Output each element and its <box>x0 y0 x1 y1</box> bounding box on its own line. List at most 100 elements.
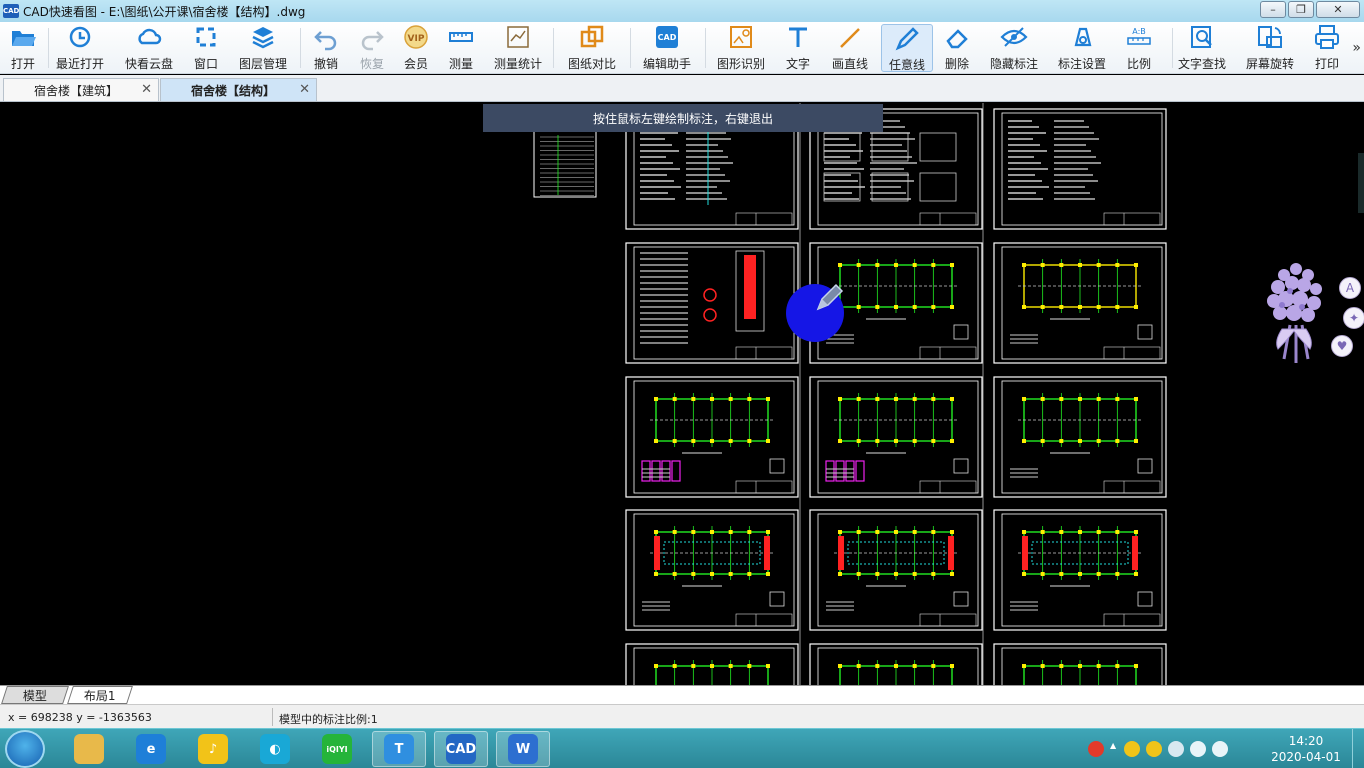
toolbar-button-5[interactable]: 撤销 <box>309 24 343 72</box>
toolbar-button-0[interactable]: 打开 <box>6 24 40 72</box>
drawing-sheet <box>625 242 799 364</box>
eraser-icon <box>942 24 972 50</box>
taskbar-app[interactable]: iQIYI <box>310 731 364 767</box>
drawing-sheet <box>625 376 799 498</box>
show-desktop-button[interactable] <box>1352 729 1364 768</box>
qq-icon[interactable] <box>1124 741 1140 757</box>
hide-eye-icon <box>999 24 1029 50</box>
toolbar-label: 删除 <box>944 57 969 71</box>
toolbar-button-18[interactable]: 标注设置 <box>1056 24 1108 72</box>
taskbar-app[interactable]: CAD <box>434 731 488 767</box>
scale-icon: A:B <box>1124 24 1154 50</box>
ruler-icon <box>446 24 476 50</box>
taskbar-app[interactable] <box>62 731 116 767</box>
security-icon[interactable] <box>1168 741 1184 757</box>
clock[interactable]: 14:20 2020-04-01 <box>1270 733 1342 765</box>
cad-viewer-icon: CAD <box>446 734 476 764</box>
maximize-button[interactable]: ❐ <box>1288 1 1314 18</box>
toolbar-button-4[interactable]: 图层管理 <box>237 24 289 72</box>
os-taskbar: e ♪ ◐ iQIYI T CAD W ▲ 14:20 2020-04-01 <box>0 728 1364 768</box>
toolbar-button-10[interactable]: 图纸对比 <box>566 24 618 72</box>
toolbar-button-20[interactable]: 文字查找 <box>1176 24 1228 72</box>
tab-architecture[interactable]: 宿舍楼【建筑】 ✕ <box>3 78 159 101</box>
scroll-edge[interactable] <box>1358 153 1364 213</box>
line-icon <box>835 24 865 50</box>
drawing-sheet <box>993 509 1167 631</box>
toolbar-button-12[interactable]: 图形识别 <box>715 24 767 72</box>
toolbar-button-11[interactable]: CAD 编辑助手 <box>641 24 693 72</box>
annotation-scale-label: 模型中的标注比例:1 <box>279 713 378 726</box>
font-a-icon[interactable]: A <box>1339 277 1361 299</box>
toolbar-label: 隐藏标注 <box>989 57 1038 71</box>
qq-icon-2[interactable] <box>1146 741 1162 757</box>
drawing-sheet <box>809 509 983 631</box>
sparkle-icon[interactable]: ✦ <box>1343 307 1364 329</box>
taskbar-app[interactable]: ◐ <box>248 731 302 767</box>
compare-icon <box>577 24 607 50</box>
window-frame-icon <box>191 24 221 50</box>
app-logo-icon: CAD <box>3 4 19 18</box>
minimize-button[interactable]: – <box>1260 1 1286 18</box>
annotation-settings-icon <box>1067 24 1097 50</box>
more-tools-icon[interactable]: » <box>1352 40 1361 56</box>
taskbar-app[interactable]: e <box>124 731 178 767</box>
toolbar-label: 比例 <box>1126 57 1151 71</box>
close-button[interactable]: ✕ <box>1316 1 1360 18</box>
toolbar-button-6[interactable]: 恢复 <box>355 24 389 72</box>
toolbar-label: 会员 <box>403 57 428 71</box>
toolbar-button-17[interactable]: 隐藏标注 <box>988 24 1040 72</box>
tab-structure[interactable]: 宿舍楼【结构】 ✕ <box>160 78 317 101</box>
toolbar-button-15[interactable]: 任意线 <box>881 24 933 72</box>
sogou-input-icon[interactable] <box>1088 741 1104 757</box>
volume-icon[interactable] <box>1190 741 1206 757</box>
text-search-icon <box>1187 24 1217 50</box>
tab-layout1[interactable]: 布局1 <box>67 686 133 704</box>
close-tab-icon[interactable]: ✕ <box>299 82 310 97</box>
start-button[interactable] <box>5 730 45 768</box>
drawing-canvas[interactable]: 按住鼠标左键绘制标注，右键退出 A ✦ ♥ <box>0 103 1364 685</box>
taskbar-app[interactable]: ♪ <box>186 731 240 767</box>
toolbar-button-7[interactable]: VIP 会员 <box>399 24 433 72</box>
status-bar: x = 698238 y = -1363563 模型中的标注比例:1 <box>0 704 1364 728</box>
chat-app-icon: ◐ <box>260 734 290 764</box>
window-controls: – ❐ ✕ <box>1260 1 1360 18</box>
toolbar-button-3[interactable]: 窗口 <box>189 24 223 72</box>
toolbar-button-8[interactable]: 测量 <box>444 24 478 72</box>
toolbar-button-21[interactable]: 屏幕旋转 <box>1244 24 1296 72</box>
folder-open-icon <box>8 24 38 50</box>
toolbar-separator <box>630 28 631 68</box>
toolbar-label: 文字查找 <box>1177 57 1226 71</box>
tab-model[interactable]: 模型 <box>1 686 69 704</box>
close-tab-icon[interactable]: ✕ <box>141 82 152 97</box>
coordinate-readout: x = 698238 y = -1363563 <box>8 711 152 724</box>
file-explorer-icon <box>74 734 104 764</box>
taskbar-app[interactable]: W <box>496 731 550 767</box>
toolbar-label: 图纸对比 <box>567 57 616 71</box>
vip-icon: VIP <box>401 24 431 50</box>
toolbar-button-2[interactable]: 快看云盘 <box>123 24 175 72</box>
toolbar-button-1[interactable]: 最近打开 <box>54 24 106 72</box>
toolbar-label: 文字 <box>785 57 810 71</box>
toolbar-button-19[interactable]: A:B 比例 <box>1122 24 1156 72</box>
toolbar-button-14[interactable]: 画直线 <box>828 24 872 72</box>
taskbar-app[interactable]: T <box>372 731 426 767</box>
toolbar-button-16[interactable]: 删除 <box>940 24 974 72</box>
toolbar-label: 图形识别 <box>716 57 765 71</box>
toolbar-button-9[interactable]: 测量统计 <box>490 24 546 72</box>
tab-label: 宿舍楼【建筑】 <box>34 83 119 98</box>
measure-stats-icon <box>503 24 533 50</box>
toolbar-label: 最近打开 <box>55 57 104 71</box>
pet-icon[interactable]: ♥ <box>1331 335 1353 357</box>
drawing-sheets <box>533 103 1167 685</box>
layout-tabbar: 模型 布局1 <box>0 685 1364 704</box>
toolbar-separator <box>553 28 554 68</box>
tray-arrow-icon[interactable]: ▲ <box>1110 741 1118 757</box>
toolbar-button-13[interactable]: 文字 <box>781 24 815 72</box>
drawing-sheet <box>625 643 799 685</box>
drawing-sheet <box>993 242 1167 364</box>
network-icon[interactable] <box>1212 741 1228 757</box>
toolbar-button-22[interactable]: 打印 <box>1310 24 1344 72</box>
document-tabbar: 宿舍楼【建筑】 ✕ 宿舍楼【结构】 ✕ <box>0 75 1364 102</box>
window-title: CAD快速看图 - E:\图纸\公开课\宿舍楼【结构】.dwg <box>23 4 306 19</box>
toolbar-label: 恢复 <box>359 57 384 71</box>
